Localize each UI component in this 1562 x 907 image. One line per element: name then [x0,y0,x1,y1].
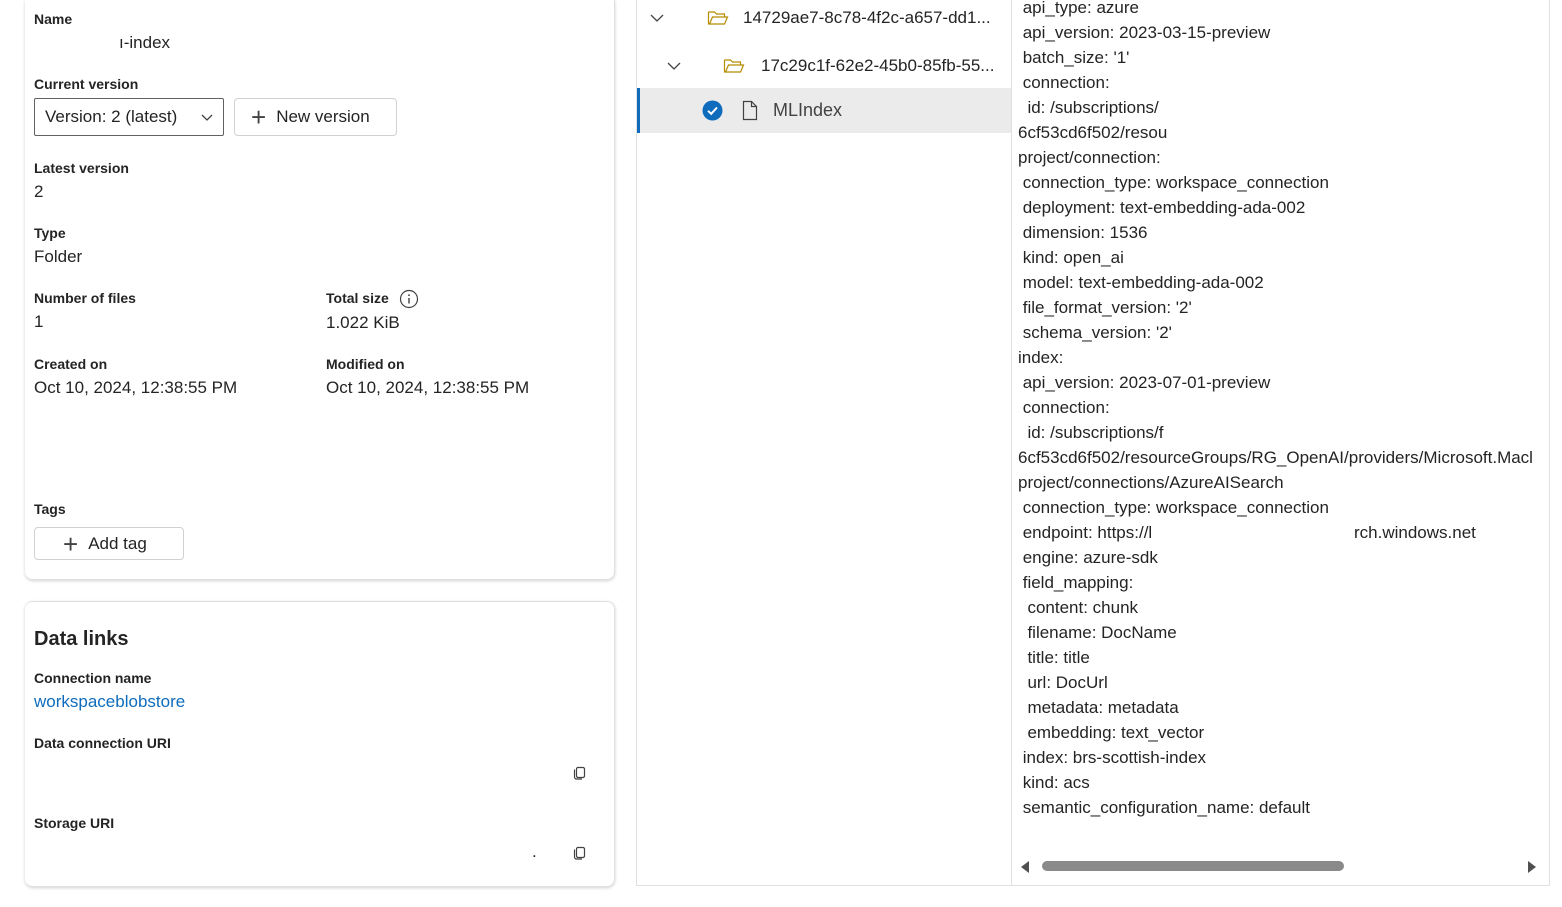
code-line: title: title [1018,648,1090,667]
connection-name-label: Connection name [34,670,152,686]
code-line: api_type: azure [1018,0,1139,17]
code-line: filename: DocName [1018,623,1177,642]
code-line: url: DocUrl [1018,673,1108,692]
code-line: dimension: 1536 [1018,223,1148,242]
code-line: connection: [1018,73,1110,92]
tags-label: Tags [34,501,66,517]
created-on-value: Oct 10, 2024, 12:38:55 PM [34,378,238,397]
file-tree: 14729ae7-8c78-4f2c-a657-dd1... 17c29c1f-… [636,0,1012,886]
code-line: semantic_configuration_name: default [1018,798,1311,817]
storage-uri-value: . [532,842,537,861]
total-size-value: 1.022 KiB [326,313,400,332]
asset-details-card: Name ı-index Current version Version: 2 … [25,0,615,580]
code-line: field_mapping: [1018,573,1134,592]
code-line: id: /subscriptions/ [1018,98,1159,117]
name-value: ı-index [119,33,171,52]
chevron-down-icon[interactable] [649,10,665,26]
code-line: index: [1018,348,1064,367]
tree-item-label: MLIndex [773,100,843,120]
tree-folder-row[interactable]: 14729ae7-8c78-4f2c-a657-dd1... [637,0,1011,40]
tree-folder-row[interactable]: 17c29c1f-62e2-45b0-85fb-55... [637,43,1011,88]
scroll-left-arrow-icon[interactable] [1020,861,1030,873]
file-content-viewer: api_type: azure api_version: 2023-03-15-… [1012,0,1550,886]
copy-icon[interactable] [572,844,588,860]
code-line: file_format_version: '2' [1018,298,1192,317]
code-line: api_version: 2023-07-01-preview [1018,373,1271,392]
code-line: connection: [1018,398,1110,417]
code-line: schema_version: '2' [1018,323,1172,342]
code-line: engine: azure-sdk [1018,548,1158,567]
code-line: content: chunk [1018,598,1139,617]
copy-icon[interactable] [572,764,588,780]
latest-version-label: Latest version [34,160,129,176]
code-line: index: brs-scottish-index [1018,748,1207,767]
chevron-down-icon[interactable] [666,58,682,74]
created-on-label: Created on [34,356,108,372]
code-line: deployment: text-embedding-ada-002 [1018,198,1306,217]
new-version-button[interactable]: + New version [234,98,397,136]
number-of-files-label: Number of files [34,290,136,306]
folder-open-icon [723,58,745,73]
data-links-card: Data links Connection name workspaceblob… [25,601,615,887]
code-line: connection_type: workspace_connection [1018,173,1329,192]
code-line: metadata: metadata [1018,698,1179,717]
type-value: Folder [34,247,83,266]
storage-uri-label: Storage URI [34,815,115,831]
folder-open-icon [707,10,729,25]
code-line: project/connections/AzureAISearch [1018,473,1284,492]
chevron-down-icon [201,114,213,121]
code-line: model: text-embedding-ada-002 [1018,273,1264,292]
code-line: api_version: 2023-03-15-preview [1018,23,1271,42]
code-line: 6cf53cd6f502/resou [1018,123,1168,142]
total-size-label: Total size [326,290,389,306]
code-line: kind: acs [1018,773,1090,792]
modified-on-value: Oct 10, 2024, 12:38:55 PM [326,378,530,397]
code-line: kind: open_ai [1018,248,1124,267]
checkmark-circle-icon[interactable] [702,100,723,121]
type-label: Type [34,225,66,241]
code-line: connection_type: workspace_connection [1018,498,1329,517]
scrollbar-thumb[interactable] [1042,861,1344,871]
document-icon [742,100,758,121]
plus-icon: + [251,102,267,132]
scroll-right-arrow-icon[interactable] [1527,861,1537,873]
add-tag-label: Add tag [88,533,147,553]
number-of-files-value: 1 [34,312,44,331]
code-line: batch_size: '1' [1018,48,1130,67]
plus-icon: + [63,528,79,559]
data-connection-uri-label: Data connection URI [34,735,171,751]
add-tag-button[interactable]: + Add tag [34,527,184,560]
horizontal-scrollbar[interactable] [1020,859,1537,873]
tree-item-label: 14729ae7-8c78-4f2c-a657-dd1... [743,7,991,27]
code-line: id: /subscriptions/f [1018,423,1164,442]
data-links-title: Data links [34,628,129,650]
current-version-label: Current version [34,76,139,92]
tree-file-row-selected[interactable]: MLIndex [637,88,1011,133]
code-line: 6cf53cd6f502/resourceGroups/RG_OpenAI/pr… [1018,448,1533,467]
code-line: project/connection: [1018,148,1161,167]
tree-item-label: 17c29c1f-62e2-45b0-85fb-55... [761,55,995,75]
code-line: embedding: text_vector [1018,723,1205,742]
connection-name-link[interactable]: workspaceblobstore [34,692,185,712]
code-line: endpoint: https://l [1018,523,1153,542]
code-line-endpoint-tail: rch.windows.net [1354,523,1476,542]
modified-on-label: Modified on [326,356,405,372]
latest-version-value: 2 [34,182,44,201]
version-select-value: Version: 2 (latest) [45,107,178,126]
info-icon[interactable] [399,289,419,309]
new-version-label: New version [276,107,370,126]
name-label: Name [34,11,73,27]
version-select[interactable]: Version: 2 (latest) [34,98,224,136]
